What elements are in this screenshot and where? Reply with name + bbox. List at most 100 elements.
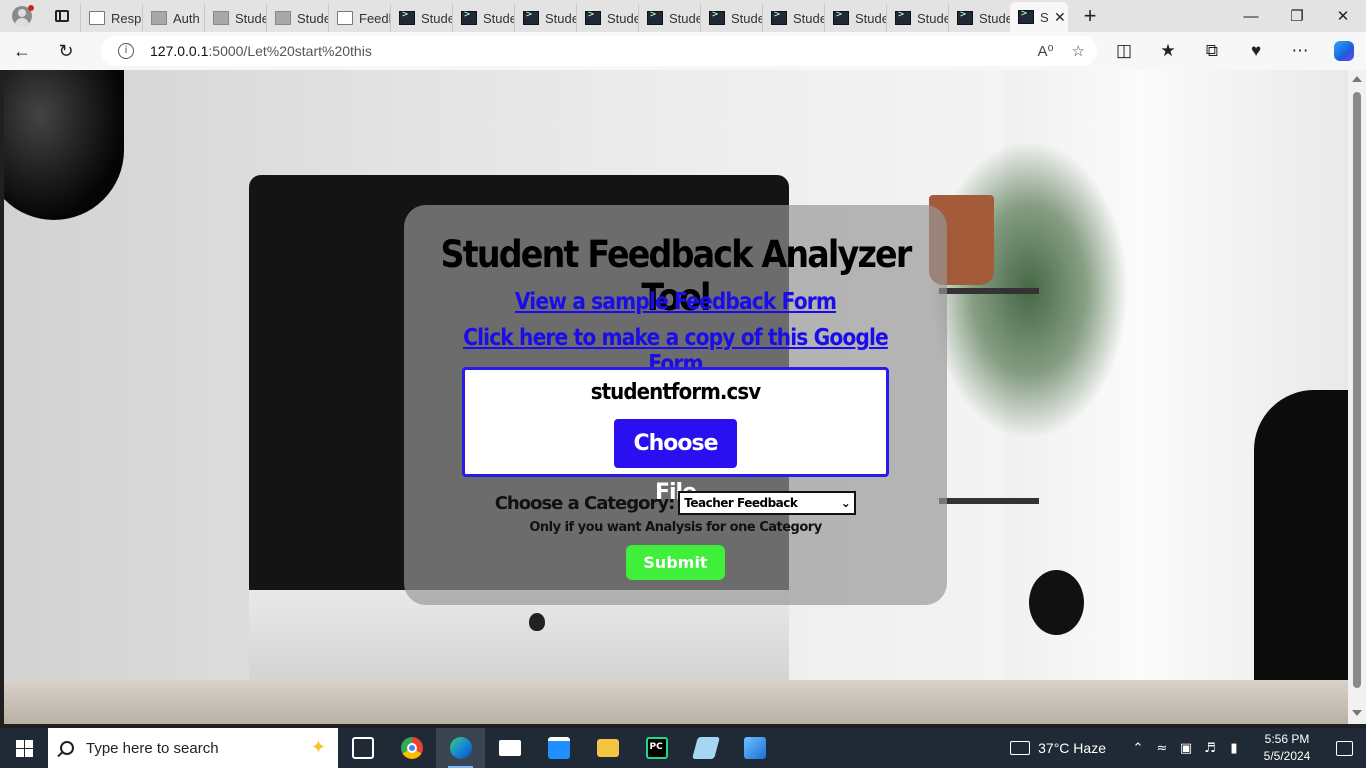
store-app[interactable] [534,728,583,768]
tab-label: Feedb [359,10,390,26]
image-icon [213,11,229,25]
collections-icon[interactable]: ⧉ [1190,32,1234,70]
copilot-button[interactable] [1322,32,1366,70]
new-tab-button[interactable]: + [1068,0,1112,32]
category-select[interactable]: Teacher Feedback ⌄ [678,491,857,515]
task-view-button[interactable] [338,728,387,768]
terminal-icon [399,9,415,25]
terminal-icon [709,9,725,25]
scroll-up-icon[interactable] [1352,76,1362,82]
browser-tab[interactable]: Stude [700,4,762,32]
url-host: 127.0.0.1 [150,43,209,59]
chrome-app[interactable] [387,728,436,768]
sample-form-link[interactable]: View a sample Feedback Form [437,289,915,315]
taskbar-search[interactable]: Type here to search ✦ [48,728,338,768]
back-button[interactable]: ← [0,32,44,70]
browser-tab[interactable]: Stude [514,4,576,32]
clock[interactable]: 5:56 PM 5/5/2024 [1252,731,1322,765]
terminal-icon [1018,8,1034,24]
refresh-button[interactable]: ↻ [44,32,88,70]
background-headphones [1029,570,1084,635]
choose-file-button[interactable]: Choose File [614,419,737,505]
browser-tab-active[interactable]: S✕ [1010,2,1068,32]
notification-icon [1335,740,1353,756]
task-view-icon [351,737,374,759]
file-explorer-app[interactable] [583,728,632,768]
weather-widget[interactable]: 37°C Haze [1010,740,1106,756]
volume-icon[interactable]: ♬ [1198,741,1222,756]
chrome-icon [400,737,423,759]
read-aloud-icon[interactable]: A⁰ [1038,42,1054,60]
browser-tab[interactable]: Stude [762,4,824,32]
copilot-icon [1334,41,1354,61]
profile-button[interactable] [0,0,44,32]
tab-label: Stude [917,10,948,26]
weather-text: 37°C Haze [1038,740,1106,756]
browser-tab[interactable]: Stude [824,4,886,32]
edge-app[interactable] [436,728,485,768]
notepad-app[interactable] [681,728,730,768]
mail-icon [498,740,521,756]
vertical-tabs-icon [55,10,69,22]
image-icon [275,11,291,25]
pycharm-icon: PC [645,737,668,759]
page-scrollbar[interactable] [1348,70,1366,724]
background-apple-logo [529,613,545,631]
favorite-star-icon[interactable]: ☆ [1072,42,1085,60]
browser-tab[interactable]: Stude [576,4,638,32]
tab-label: Stude [545,10,576,26]
notepad-icon [691,737,720,759]
tab-label: Stude [607,10,638,26]
mail-app[interactable] [485,728,534,768]
terminal-icon [585,9,601,25]
background-chair [1254,390,1348,724]
minimize-button[interactable]: — [1228,0,1274,32]
meet-now-icon[interactable]: ▣ [1174,741,1198,756]
tab-label: S [1040,9,1049,25]
browser-tab[interactable]: Feedb [328,4,390,32]
more-menu-icon[interactable]: ⋯ [1278,32,1322,70]
close-window-button[interactable]: ✕ [1320,0,1366,32]
browser-tab[interactable]: Stude [266,4,328,32]
browser-tab[interactable]: Stude [452,4,514,32]
browser-tab[interactable]: Stude [886,4,948,32]
browser-essentials-icon[interactable]: ♥ [1234,32,1278,70]
notification-center-button[interactable] [1322,728,1366,768]
tab-label: Auth [173,10,200,26]
browser-tab[interactable]: Stude [948,4,1010,32]
clock-time: 5:56 PM [1264,732,1310,746]
battery-icon[interactable]: ▮ [1222,741,1246,756]
split-screen-icon[interactable]: ◫ [1102,32,1146,70]
doc-icon [89,11,105,25]
browser-tab[interactable]: Auth [142,4,204,32]
favorites-icon[interactable]: ★ [1146,32,1190,70]
browser-tab[interactable]: Stude [638,4,700,32]
close-tab-icon[interactable]: ✕ [1054,9,1066,26]
network-icon[interactable]: ≈ [1150,741,1174,756]
tab-actions-button[interactable] [44,0,80,32]
chevron-up-icon[interactable]: ⌃ [1126,741,1150,756]
scroll-down-icon[interactable] [1352,710,1362,716]
pycharm-app[interactable]: PC [632,728,681,768]
terminal-icon [523,9,539,25]
photos-app[interactable] [730,728,779,768]
url-text[interactable]: 127.0.0.1:5000/Let%20start%20this [150,43,372,59]
weather-icon [1010,741,1031,755]
browser-tab[interactable]: Respo [80,4,142,32]
browser-tab[interactable]: Stude [390,4,452,32]
clock-date: 5/5/2024 [1263,749,1311,763]
scrollbar-thumb[interactable] [1353,92,1361,688]
background-shelf [939,288,1039,294]
window-controls: — ❐ ✕ [1228,0,1366,32]
notification-dot [28,5,34,11]
address-bar[interactable]: i 127.0.0.1:5000/Let%20start%20this A⁰ ☆ [101,36,1097,66]
submit-button[interactable]: Submit [626,545,725,580]
tab-label: Stude [235,10,266,26]
start-button[interactable] [0,728,48,768]
category-label: Choose a Category: [494,492,676,514]
browser-tab[interactable]: Stude [204,4,266,32]
category-row: Choose a Category: Teacher Feedback ⌄ [404,491,947,515]
restore-button[interactable]: ❐ [1274,0,1320,32]
site-info-icon[interactable]: i [118,43,134,59]
tab-label: Stude [421,10,452,26]
